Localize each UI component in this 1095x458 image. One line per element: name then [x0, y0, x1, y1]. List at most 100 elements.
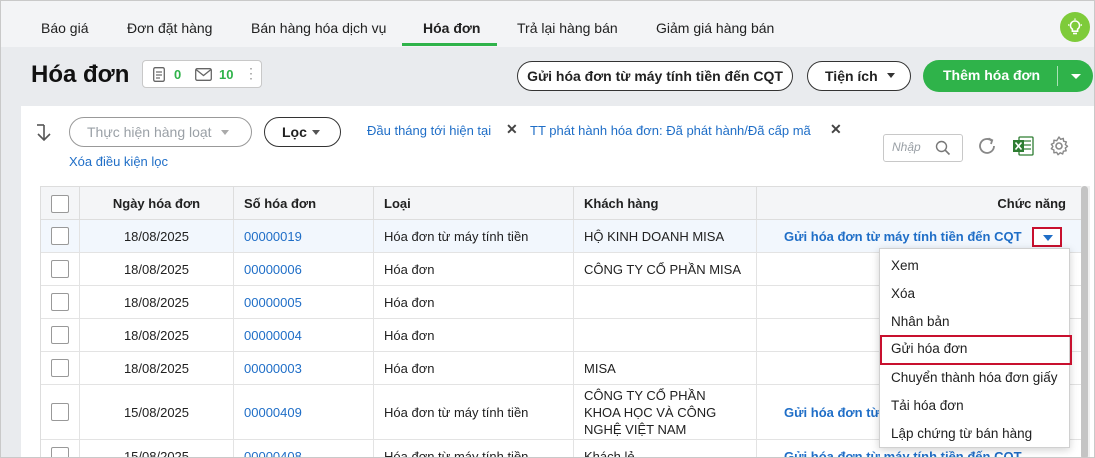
menu-item-duplicate[interactable]: Nhân bản — [880, 308, 1069, 336]
page-title: Hóa đơn — [31, 61, 130, 88]
button-divider — [1057, 66, 1058, 86]
cell-type: Hóa đơn từ máy tính tiền — [374, 385, 574, 439]
more-options-icon[interactable]: ⋮ — [244, 65, 258, 82]
close-icon[interactable]: ✕ — [830, 121, 842, 138]
row-action-link[interactable]: Gửi hóa đơn từ máy tính tiền đến CQT — [784, 449, 1022, 458]
excel-export-icon[interactable] — [1011, 134, 1035, 161]
cell-date: 18/08/2025 — [80, 220, 234, 252]
invoice-number-link[interactable]: 00000004 — [244, 328, 302, 343]
cell-customer: CÔNG TY CỔ PHẦN KHOA HỌC VÀ CÔNG NGHỆ VI… — [574, 385, 757, 439]
add-invoice-dropdown-icon[interactable] — [1071, 74, 1081, 79]
lightbulb-icon[interactable] — [1060, 12, 1090, 42]
invoice-number-link[interactable]: 00000408 — [244, 449, 302, 458]
add-invoice-button[interactable]: Thêm hóa đơn — [923, 60, 1093, 92]
cell-date: 18/08/2025 — [80, 352, 234, 384]
menu-item-view[interactable]: Xem — [880, 252, 1069, 280]
tab-hoa-don[interactable]: Hóa đơn — [423, 1, 480, 47]
tab-ban-hang-hoa-dich-vu[interactable]: Bán hàng hóa dịch vụ — [251, 1, 386, 47]
tab-bar: Báo giá Đơn đặt hàng Bán hàng hóa dịch v… — [1, 1, 1094, 47]
cell-customer: Khách lẻ — [574, 440, 757, 457]
search-box[interactable] — [883, 134, 963, 162]
cell-customer — [574, 319, 757, 351]
row-checkbox[interactable] — [51, 326, 69, 344]
invoice-number-link[interactable]: 00000005 — [244, 295, 302, 310]
select-all-cell — [41, 187, 80, 220]
chevron-down-icon — [312, 130, 320, 135]
invoice-number-link[interactable]: 00000019 — [244, 229, 302, 244]
tab-tra-lai-hang-ban[interactable]: Trả lại hàng bán — [517, 1, 618, 47]
col-type-header[interactable]: Loại — [374, 187, 574, 220]
filter-chip-date: Đầu tháng tới hiện tại — [367, 123, 492, 138]
row-action-link[interactable]: Gửi hóa đơn từ máy tính tiền đến CQT — [784, 229, 1022, 244]
row-checkbox[interactable] — [51, 293, 69, 311]
document-icon — [153, 67, 165, 85]
cell-date: 18/08/2025 — [80, 286, 234, 318]
menu-item-delete[interactable]: Xóa — [880, 280, 1069, 308]
row-select-cell — [41, 385, 80, 439]
active-tab-indicator — [402, 43, 497, 46]
cell-number: 00000019 — [234, 220, 374, 252]
cell-customer: CÔNG TY CỔ PHẦN MISA — [574, 253, 757, 285]
select-all-checkbox[interactable] — [51, 194, 69, 213]
menu-item-send-invoice[interactable]: Gửi hóa đơn — [880, 335, 1072, 365]
bulk-action-placeholder: Thực hiện hàng loạt — [87, 124, 212, 140]
menu-item-create-sales-voucher[interactable]: Lập chứng từ bán hàng — [880, 420, 1069, 448]
sort-icon[interactable] — [35, 123, 53, 146]
invoice-number-link[interactable]: 00000006 — [244, 262, 302, 277]
col-date-header[interactable]: Ngày hóa đơn — [80, 187, 234, 220]
add-invoice-label: Thêm hóa đơn — [943, 67, 1041, 83]
mail-count: 10 — [219, 67, 234, 82]
scrollbar-thumb[interactable] — [1081, 186, 1088, 457]
cell-date: 18/08/2025 — [80, 319, 234, 351]
row-select-cell — [41, 220, 80, 252]
row-checkbox[interactable] — [51, 260, 69, 278]
row-checkbox[interactable] — [51, 227, 69, 245]
close-icon[interactable]: ✕ — [506, 121, 518, 138]
row-checkbox[interactable] — [51, 403, 69, 421]
cell-date: 15/08/2025 — [80, 440, 234, 457]
chevron-down-icon — [221, 130, 229, 135]
invoice-number-link[interactable]: 00000409 — [244, 405, 302, 420]
invoice-number-link[interactable]: 00000003 — [244, 361, 302, 376]
tab-giam-gia-hang-ban[interactable]: Giảm giá hàng bán — [656, 1, 774, 47]
row-select-cell — [41, 319, 80, 351]
menu-item-convert-paper[interactable]: Chuyển thành hóa đơn giấy — [880, 364, 1069, 392]
cell-type: Hóa đơn — [374, 319, 574, 351]
counter-box[interactable]: 0 10 ⋮ — [142, 60, 262, 88]
send-cqt-button[interactable]: Gửi hóa đơn từ máy tính tiền đến CQT — [517, 61, 793, 91]
col-customer-header[interactable]: Khách hàng — [574, 187, 757, 220]
tab-bao-gia[interactable]: Báo giá — [41, 1, 88, 47]
row-checkbox[interactable] — [51, 447, 69, 457]
caret-down-icon — [1043, 235, 1053, 241]
utilities-label: Tiện ích — [825, 68, 878, 84]
filter-button[interactable]: Lọc — [264, 117, 341, 147]
cell-date: 15/08/2025 — [80, 385, 234, 439]
col-number-header[interactable]: Số hóa đơn — [234, 187, 374, 220]
row-select-cell — [41, 440, 80, 457]
cell-customer: MISA — [574, 352, 757, 384]
row-select-cell — [41, 253, 80, 285]
cell-customer: HỘ KINH DOANH MISA — [574, 220, 757, 252]
vertical-scrollbar[interactable] — [1081, 186, 1090, 457]
document-count: 0 — [174, 67, 182, 82]
cell-number: 00000408 — [234, 440, 374, 458]
search-input[interactable] — [892, 140, 936, 154]
cell-type: Hóa đơn — [374, 352, 574, 384]
gear-icon[interactable] — [1048, 135, 1070, 160]
search-icon[interactable] — [935, 140, 951, 159]
clear-filters-link[interactable]: Xóa điều kiện lọc — [69, 154, 168, 169]
row-action-link[interactable]: Gửi hóa đơn từ — [784, 405, 880, 420]
bulk-action-select[interactable]: Thực hiện hàng loạt — [69, 117, 252, 147]
refresh-icon[interactable] — [976, 135, 998, 160]
tab-don-dat-hang[interactable]: Đơn đặt hàng — [127, 1, 212, 47]
filter-label: Lọc — [282, 124, 307, 140]
chevron-down-icon — [887, 73, 895, 78]
row-checkbox[interactable] — [51, 359, 69, 377]
cell-number: 00000005 — [234, 286, 374, 318]
utilities-button[interactable]: Tiện ích — [807, 61, 911, 91]
row-action-dropdown-toggle[interactable] — [1032, 227, 1062, 247]
cell-number: 00000006 — [234, 253, 374, 285]
menu-item-download[interactable]: Tải hóa đơn — [880, 392, 1069, 420]
app-window: Báo giá Đơn đặt hàng Bán hàng hóa dịch v… — [0, 0, 1095, 458]
cell-date: 18/08/2025 — [80, 253, 234, 285]
